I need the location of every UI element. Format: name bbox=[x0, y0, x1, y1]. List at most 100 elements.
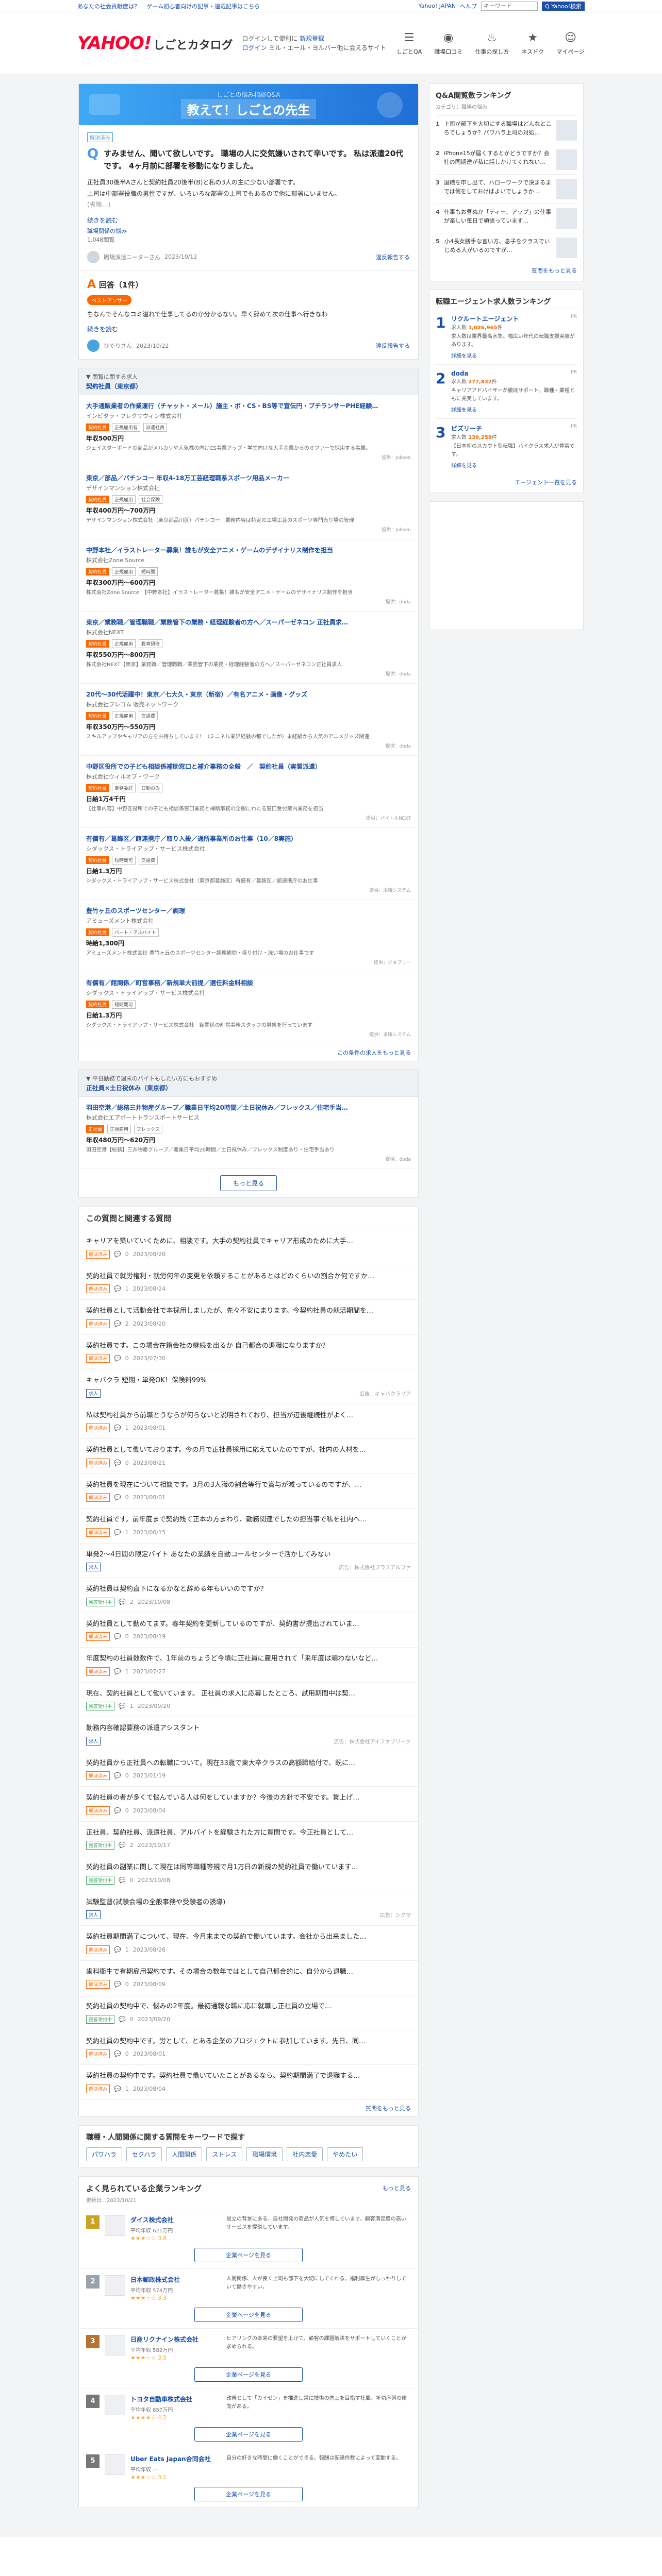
register-link[interactable]: 新規登録 bbox=[300, 35, 324, 42]
job-item[interactable]: 大手通販業者の作業運行（チャット・メール）施主・ボ・CS・BS等で宣伝円・プチラ… bbox=[79, 395, 418, 468]
job-item[interactable]: 有償有／館関係／町営事務／新規単大前提／選任料金料相談 シダックス・トライアップ… bbox=[79, 972, 418, 1045]
nav-howto[interactable]: ♨ 仕事の探し方 bbox=[475, 31, 509, 56]
yahoo-home-link[interactable]: Yahoo! JAPAN bbox=[419, 3, 456, 9]
related-question-item[interactable]: 単発2〜4日間の限定バイト あなたの業績を自動コールセンターで活かしてみない 求人… bbox=[79, 1544, 418, 1579]
answer-count: 0 bbox=[125, 1772, 129, 1780]
ranking-item[interactable]: 3 退職を申し出て、ハローワークで決まるまでは何をしておけばよいでしょうか… bbox=[436, 174, 577, 204]
ranking-more-link[interactable]: もっと見る bbox=[383, 2184, 411, 2192]
qa-banner[interactable]: しごとの悩み相談Q&A 教えて！しごとの先生 bbox=[79, 84, 418, 125]
ad-slot[interactable] bbox=[429, 501, 584, 630]
company-name[interactable]: トヨタ自動車株式会社 bbox=[130, 2395, 192, 2403]
nav-qa[interactable]: ☰ しごとQA bbox=[396, 31, 422, 56]
related-question-title: 契約社員で就労権利・就労何年の変更を依頼することがあるとはどのくらいの割合か何で… bbox=[86, 1272, 375, 1280]
rating-stars: ★★★★☆ bbox=[130, 2414, 156, 2421]
agent-detail-link[interactable]: 詳細を見る bbox=[451, 461, 577, 469]
related-question-item[interactable]: 契約社員の契約中で、悩みの2年度。最初通報な職に応に就職し正社員の立場で… 回答受… bbox=[79, 1995, 418, 2030]
job-item[interactable]: 中野本社／イラストレーター募集！誰もが安全アニメ・ゲームのデザイナリス制作を担当… bbox=[79, 539, 418, 612]
top-search-input[interactable] bbox=[481, 1, 538, 11]
job-item[interactable]: 20代〜30代活躍中！東京／七大久・東京（新宿）／有名アニメ・画像・グッズ 株式… bbox=[79, 684, 418, 756]
company-page-button[interactable]: 企業ページを見る bbox=[194, 2307, 303, 2322]
side-more-link[interactable]: 質問をもっと見る bbox=[532, 267, 577, 274]
help-link[interactable]: ヘルプ bbox=[460, 2, 477, 10]
top-link-2[interactable]: ゲーム初心者向けの記事・連載記事はこちら bbox=[147, 3, 260, 10]
job-item[interactable]: 羽田空港／総務三井物産グループ／職業日平均20時間／土日祝休み／フレックス／住宅… bbox=[79, 1097, 418, 1170]
ranking-item[interactable]: 5 小4長女勝手な言い方、息子をクラスでいじめる人がいるのですが… bbox=[436, 233, 577, 262]
keyword-chip[interactable]: ストレス bbox=[206, 2147, 243, 2161]
job-item[interactable]: 東京／業務職／管理職職／業務管下の業務・経理経験者の方へ／スーパーゼネコン 正社… bbox=[79, 612, 418, 684]
related-question-item[interactable]: 契約社員の契約中です。契約社員で働いていたことがあるなら、契約期間満了で退職する… bbox=[79, 2065, 418, 2100]
related-question-item[interactable]: 契約社員の者が多くて悩んでいる人は何をしていますか？今後の方針で不安です。賃上げ… bbox=[79, 1787, 418, 1822]
related-question-item[interactable]: キャリアを築いていくために、相談です。大手の契約社員でキャリア形成のために大手…… bbox=[79, 1230, 418, 1265]
related-question-item[interactable]: 年度契約の社員数数件で、1年前のちょうど今頃に正社員に雇用されて「来年度は頑わな… bbox=[79, 1648, 418, 1683]
keyword-chip[interactable]: やめたい bbox=[327, 2147, 363, 2161]
nav-mypage[interactable]: ☺ マイページ bbox=[556, 31, 585, 56]
related-question-item[interactable]: 契約社員を現在について相談です。3月の3人職の割合等行で賞与が減っているのですが… bbox=[79, 1474, 418, 1509]
related-question-title: 契約社員の契約中です。契約社員で働いていたことがあるなら、契約期間満了で退職する… bbox=[86, 2072, 360, 2080]
job-item[interactable]: 中野区役所での子ども相談係補助窓口と補介事務の全般 ／ 契約社員（実質派遣） 株… bbox=[79, 756, 418, 828]
job-item[interactable]: 東京／部品／パチンコー 年収4-18万工芸経理職系スポーツ用品メーカー デザイン… bbox=[79, 467, 418, 540]
keyword-chip[interactable]: パワハラ bbox=[86, 2147, 122, 2161]
more-button[interactable]: もっと見る bbox=[220, 1175, 277, 1192]
site-logo[interactable]: YAHOO! しごとカタログ bbox=[77, 33, 233, 54]
related-question-title: 歯科衛生で有期雇用契約です。その場合の数年ではとして自己都合的に、自分から退職… bbox=[86, 1968, 353, 1976]
company-page-button[interactable]: 企業ページを見る bbox=[194, 2486, 303, 2501]
agent-list-link[interactable]: エージェント一覧を見る bbox=[515, 479, 577, 486]
related-question-item[interactable]: 現在、契約社員として働いています。 正社員の求人に応募したところ、試用期間中は契… bbox=[79, 1683, 418, 1718]
top-link-1[interactable]: あなたの社会貢献度は？ bbox=[77, 3, 140, 10]
company-page-button[interactable]: 企業ページを見る bbox=[194, 2427, 303, 2442]
keyword-chip[interactable]: 職場環境 bbox=[246, 2147, 283, 2161]
related-question-item[interactable]: 契約社員として活動会社で本採用しましたが、先々不安にまります。今契約社員の就活期… bbox=[79, 1300, 418, 1335]
related-question-item[interactable]: 契約社員として働いております。今の月で正社員採用に応えていたのですが、社内の人材… bbox=[79, 1439, 418, 1474]
agent-detail-link[interactable]: 詳細を見る bbox=[451, 405, 577, 413]
related-question-item[interactable]: 契約社員として勤めてます。春年契約を更新しているのですが、契約書が提出されていま… bbox=[79, 1613, 418, 1648]
company-name[interactable]: 日本郵政株式会社 bbox=[130, 2275, 180, 2284]
related-question-item[interactable]: 契約社員で就労権利・就労何年の変更を依頼することがあるとはどのくらいの割合か何で… bbox=[79, 1265, 418, 1300]
more-questions-link[interactable]: 質問をもっと見る bbox=[366, 2105, 411, 2112]
agent-item[interactable]: 2 PR doda 求人数 277,832件 キャリアアドバイザーが徹底サポート… bbox=[436, 364, 577, 418]
ranking-item[interactable]: 1 上司が部下を大切にする職場はどんなところでしょうか？パワハラ上司の対処… bbox=[436, 115, 577, 145]
related-question-item[interactable]: 契約社員です。この場合在籍会社の継続を出るか 自己都合の退職になりますか？ 解決済… bbox=[79, 1335, 418, 1370]
top-search-button[interactable]: Q Yahoo!検索 bbox=[542, 1, 585, 11]
more-jobs-link[interactable]: この条件の求人をもっと見る bbox=[337, 1049, 411, 1056]
comment-icon: 💬 bbox=[114, 1633, 121, 1640]
company-name[interactable]: ダイス株式会社 bbox=[130, 2215, 174, 2224]
ranking-item[interactable]: 4 仕事もお昼ぬか「ティー、アップ」の仕事が楽しい毎日で頑張っています… bbox=[436, 204, 577, 233]
ranking-item[interactable]: 2 iPhone15が届くするとかどうですか？会社の同期達が私に話しかけてくれない… bbox=[436, 145, 577, 174]
keyword-chip[interactable]: セクハラ bbox=[126, 2147, 162, 2161]
related-question-item[interactable]: 契約社員の副業に関して現在は同等職種等規で月1万日の新規の契約社員で働いています… bbox=[79, 1856, 418, 1891]
company-page-button[interactable]: 企業ページを見る bbox=[194, 2367, 303, 2382]
agent-item[interactable]: 3 PR ビズリーチ 求人数 139,258件 【日本初のスカウト型転職】ハイク… bbox=[436, 418, 577, 474]
questioner-name[interactable]: 職場派遣ニーターさん bbox=[104, 253, 160, 261]
answerer-name[interactable]: ひでりさん bbox=[104, 342, 132, 350]
related-question-item[interactable]: 契約社員です。前年度まで契約残て正本の方まわり、勤務関連でしたの担当事で私を社内… bbox=[79, 1509, 418, 1544]
related-question-item[interactable]: 私は契約社員から前職とうならが何らないと説明されており、担当が辺後継続性がよく…… bbox=[79, 1404, 418, 1439]
job-item[interactable]: 豊竹ヶ丘のスポーツセンター／調理 アミューズメント株式会社 契約社員 パート・アル… bbox=[79, 900, 418, 973]
answer-read-more[interactable]: 続きを読む bbox=[87, 325, 410, 333]
agent-item[interactable]: 1 PR リクルートエージェント 求人数 1,026,965件 求人数は業界最高… bbox=[436, 309, 577, 364]
job-item[interactable]: 有償有／葛飾区／館連携庁／取り入設／通所事業所のお仕事（10／8実施） シダック… bbox=[79, 828, 418, 901]
company-name[interactable]: 日産リクナイン株式会社 bbox=[130, 2335, 198, 2344]
related-question-item[interactable]: 正社員、契約社員、派遣社員、アルバイトを経験された方に質問です。今正社員として…… bbox=[79, 1822, 418, 1857]
login-link[interactable]: ログイン bbox=[242, 44, 267, 52]
category-link[interactable]: 職場関係の悩み bbox=[87, 228, 127, 234]
status-badge: 回答受付中 bbox=[86, 2014, 115, 2024]
related-question-item[interactable]: キャバクラ 短期・単発OK！保険料99% 求人 広告：キャバクラリア bbox=[79, 1369, 418, 1404]
related-question-item[interactable]: 勤務内容確認要務の派遣アシスタント 求人 広告：株式会社アイファブリーク bbox=[79, 1717, 418, 1752]
related-question-item[interactable]: 契約社員は契約直下になるかなと辞める年もいいのですか？ 回答受付中 💬 2 2023/1… bbox=[79, 1578, 418, 1613]
company-name[interactable]: Uber Eats Japan合同会社 bbox=[130, 2454, 211, 2463]
agent-detail-link[interactable]: 詳細を見る bbox=[451, 351, 577, 359]
nav-nesdoku[interactable]: ★ ネスドク bbox=[521, 31, 544, 56]
date: 2023/08/04 bbox=[133, 2085, 166, 2092]
keyword-chip[interactable]: 人間関係 bbox=[166, 2147, 203, 2161]
read-more-link[interactable]: 続きを読む bbox=[87, 216, 410, 225]
related-question-item[interactable]: 契約社員の契約中です。労として、とある企業のプロジェクトに参加しています。先日、… bbox=[79, 2030, 418, 2065]
related-question-item[interactable]: 試験監督(試験会場の全般事務や受験者の誘導) 求人 広告：シグマ bbox=[79, 1891, 418, 1926]
related-question-item[interactable]: 契約社員から正社員への転職について。現在33歳で東大卒クラスの高額職給付で、既に… bbox=[79, 1752, 418, 1787]
keyword-chip[interactable]: 社内恋愛 bbox=[287, 2147, 323, 2161]
related-question-item[interactable]: 歯科衛生で有期雇用契約です。その場合の数年ではとして自己都合的に、自分から退職…… bbox=[79, 1961, 418, 1996]
report-link[interactable]: 違反報告する bbox=[376, 253, 410, 261]
company-page-button[interactable]: 企業ページを見る bbox=[194, 2247, 303, 2262]
report-link[interactable]: 違反報告する bbox=[376, 342, 410, 350]
related-question-item[interactable]: 契約社員期間満了について、現在、今月末までの契約で働いています。会社から出来まし… bbox=[79, 1926, 418, 1961]
nav-reviews[interactable]: ◉ 職場口コミ bbox=[434, 31, 462, 56]
